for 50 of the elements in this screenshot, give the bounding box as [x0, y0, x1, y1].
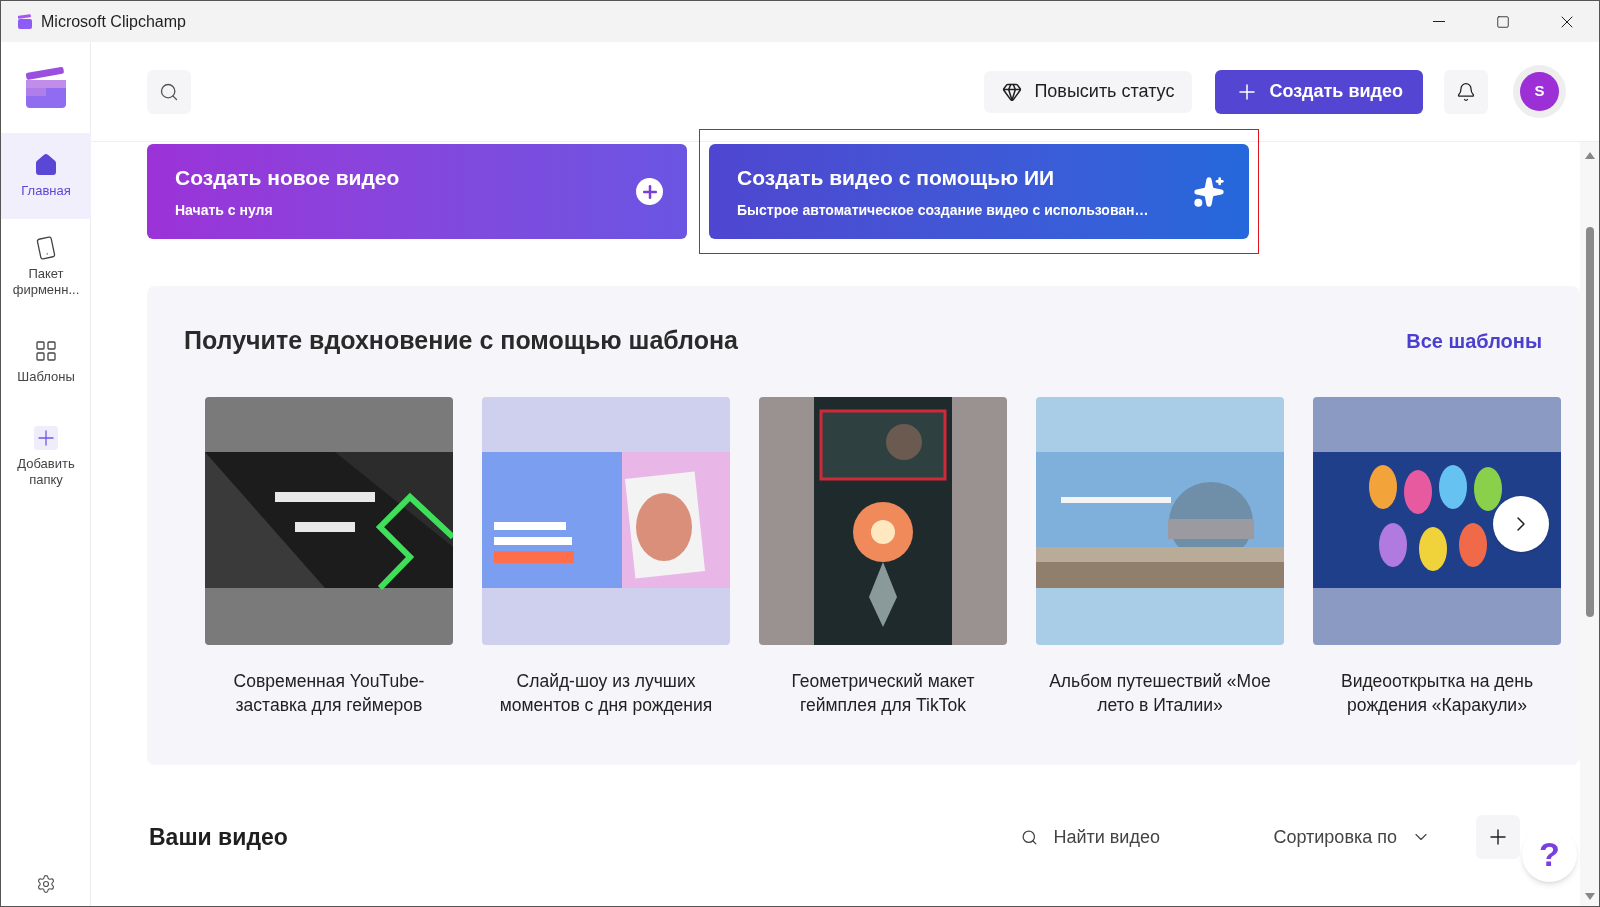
plus-icon [34, 425, 58, 450]
video-search-field[interactable]: Найти видео [1021, 823, 1262, 851]
template-card[interactable]: Геометрический макет геймплея для TikTok [759, 396, 1007, 717]
search-icon [1021, 828, 1039, 846]
scrollbar[interactable] [1580, 142, 1599, 906]
template-caption: Видеооткрытка на день рождения «Каракули» [1339, 669, 1535, 717]
help-button[interactable]: ? [1522, 827, 1577, 882]
create-card[interactable]: Создать новое видео Начать с нуля [147, 144, 687, 239]
all-templates-link[interactable]: Все шаблоны [1406, 325, 1542, 356]
grid-icon [34, 338, 58, 363]
user-avatar[interactable]: S [1520, 72, 1559, 111]
card-subtitle: Быстрое автоматическое создание видео с использован… [737, 200, 1149, 220]
maximize-icon [1496, 14, 1510, 29]
diamond-icon [1002, 81, 1023, 102]
scroll-up-icon[interactable] [1584, 152, 1595, 159]
template-caption: Современная YouTube-заставка для геймеров [232, 669, 426, 717]
sidebar-item[interactable]: Главная [1, 133, 91, 219]
template-caption: Геометрический макет геймплея для TikTok [790, 669, 976, 717]
app-logo-icon [23, 65, 68, 110]
template-caption: Слайд-шоу из лучших моментов с дня рождения [498, 669, 714, 717]
home-icon [34, 153, 58, 177]
minimize-icon [1433, 21, 1445, 22]
scroll-down-icon[interactable] [1584, 893, 1595, 900]
sidebar-item[interactable]: Шаблоны [1, 314, 91, 409]
window-title: Microsoft Clipchamp [41, 11, 186, 32]
search-icon [159, 81, 179, 102]
sparkle-icon [1193, 175, 1225, 208]
add-button[interactable] [1476, 815, 1520, 859]
template-card[interactable]: Видеооткрытка на день рождения «Каракули» [1313, 396, 1561, 717]
create-card[interactable]: Создать видео с помощью ИИ Быстрое автоматическое создание видео с использован… [709, 144, 1249, 239]
bell-icon [1456, 81, 1476, 102]
app-logo-icon [17, 13, 33, 30]
scroll-thumb[interactable] [1585, 227, 1594, 617]
template-card[interactable]: Слайд-шоу из лучших моментов с дня рождения [482, 396, 730, 717]
section-heading: Получите вдохновение с помощью шаблона [184, 325, 738, 356]
sidebar-item[interactable]: Добавить папку [1, 409, 91, 504]
card-title: Создать видео с помощью ИИ [737, 165, 1056, 192]
settings-icon [35, 874, 56, 894]
template-card[interactable]: Альбом путешествий «Мое лето в Италии» [1036, 396, 1284, 717]
search-button[interactable] [147, 69, 191, 114]
card-title: Создать новое видео [175, 165, 400, 192]
template-card[interactable]: Современная YouTube-заставка для геймеров [205, 396, 453, 717]
create-video-button[interactable]: Создать видео [1215, 69, 1423, 114]
template-caption: Альбом путешествий «Мое лето в Италии» [1048, 669, 1272, 717]
section-heading: Ваши видео [149, 822, 288, 852]
notifications-button[interactable] [1444, 69, 1488, 114]
upgrade-button[interactable]: Повысить статус [984, 70, 1193, 113]
card-subtitle: Начать с нуля [175, 200, 274, 220]
sidebar-item[interactable]: Пакет фирменн... [1, 219, 91, 314]
sort-dropdown[interactable]: Сортировка по [1273, 823, 1431, 851]
